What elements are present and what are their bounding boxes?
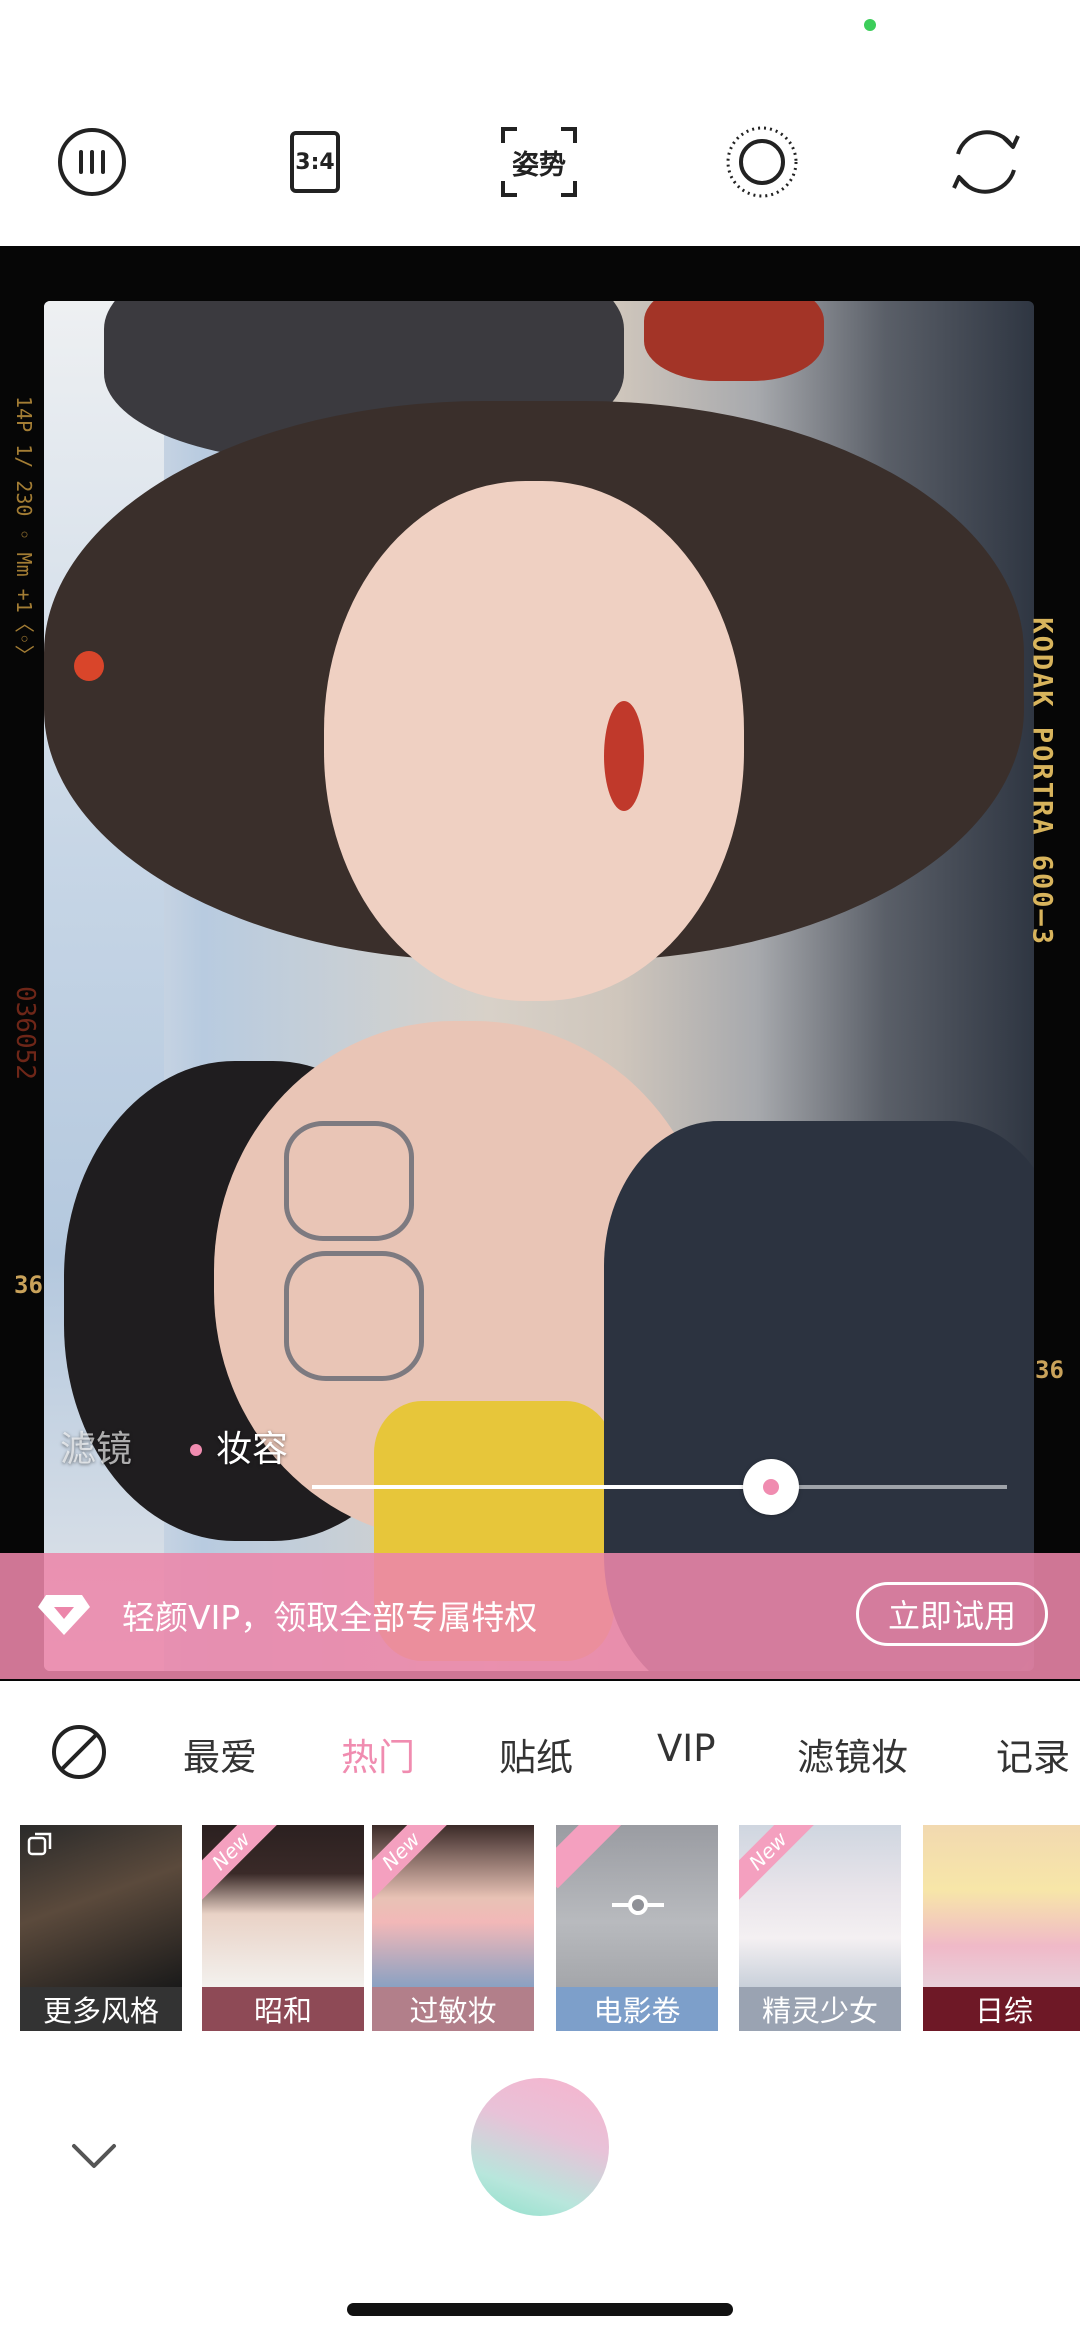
top-toolbar: 3:4 姿势 bbox=[0, 120, 1080, 204]
category-tabs: 最爱 热门 贴纸 VIP 滤镜妆 记录 bbox=[0, 1715, 1080, 1785]
tab-filter-makeup[interactable]: 滤镜妆 bbox=[797, 1727, 908, 1781]
style-item-showa[interactable]: New 昭和 bbox=[202, 1825, 364, 2031]
vip-banner[interactable]: 轻颜VIP，领取全部专属特权 立即试用 bbox=[0, 1553, 1080, 1679]
status-indicator-dot bbox=[864, 19, 876, 31]
photo-shape-face-girl bbox=[324, 481, 744, 1001]
intensity-slider-knob[interactable] bbox=[742, 1459, 799, 1515]
style-thumbnail-image bbox=[923, 1825, 1080, 1987]
adjust-slider-icon bbox=[612, 1895, 664, 1915]
intensity-slider-fill bbox=[312, 1485, 771, 1489]
filter-makeup-row: 滤镜 妆容 bbox=[60, 1420, 1020, 1480]
style-item-label: 昭和 bbox=[202, 1987, 364, 2031]
film-frame-number-right: 36 bbox=[1035, 1356, 1064, 1384]
tab-filter[interactable]: 滤镜 bbox=[60, 1420, 132, 1472]
style-thumbnails: 更多风格 New 昭和 New 过敏妆 电影卷 New 精灵少女 日综 bbox=[0, 1825, 1080, 2031]
photo-shape-lips-girl bbox=[604, 701, 644, 811]
pose-button[interactable]: 姿势 bbox=[497, 120, 581, 204]
style-item-label: 电影卷 bbox=[556, 1987, 718, 2031]
photo-shape-glasses-right bbox=[284, 1251, 424, 1381]
try-now-button[interactable]: 立即试用 bbox=[856, 1582, 1048, 1646]
photo-shape-glasses-left bbox=[284, 1121, 414, 1241]
photo-shape-hairclip bbox=[74, 651, 104, 681]
style-item-more[interactable]: 更多风格 bbox=[20, 1825, 182, 2031]
aspect-ratio-button[interactable]: 3:4 bbox=[273, 120, 357, 204]
copy-icon bbox=[27, 1832, 52, 1856]
beauty-button[interactable] bbox=[720, 120, 804, 204]
style-item-label: 过敏妆 bbox=[372, 1987, 534, 2031]
style-item-variety-show[interactable]: 日综 bbox=[923, 1825, 1080, 2031]
style-item-allergy-makeup[interactable]: New 过敏妆 bbox=[372, 1825, 534, 2031]
switch-camera-button[interactable] bbox=[944, 120, 1028, 204]
chevron-down-icon[interactable] bbox=[70, 2140, 118, 2170]
style-item-film-roll[interactable]: 电影卷 bbox=[556, 1825, 718, 2031]
photo-shape-scrunchie bbox=[644, 301, 824, 381]
aspect-ratio-label: 3:4 bbox=[290, 131, 340, 193]
vip-banner-text: 轻颜VIP，领取全部专属特权 bbox=[122, 1598, 538, 1637]
tab-records[interactable]: 记录 bbox=[996, 1727, 1070, 1781]
style-item-label: 日综 bbox=[923, 1987, 1080, 2031]
style-item-label: 精灵少女 bbox=[739, 1987, 901, 2031]
no-effect-icon[interactable] bbox=[50, 1723, 108, 1781]
beauty-ring-icon bbox=[726, 126, 798, 198]
style-item-elf-girl[interactable]: New 精灵少女 bbox=[739, 1825, 901, 2031]
film-edge-code: 036052 bbox=[10, 986, 40, 1080]
menu-button[interactable] bbox=[50, 120, 134, 204]
shutter-button[interactable] bbox=[471, 2078, 609, 2216]
home-indicator bbox=[347, 2303, 733, 2316]
active-tab-dot bbox=[190, 1444, 202, 1456]
tab-stickers[interactable]: 贴纸 bbox=[499, 1727, 573, 1781]
film-frame-number-left: 36 bbox=[14, 1271, 43, 1299]
tab-makeup[interactable]: 妆容 bbox=[216, 1420, 288, 1472]
diamond-icon bbox=[38, 1595, 90, 1635]
switch-camera-icon bbox=[952, 130, 1020, 194]
menu-icon bbox=[58, 128, 126, 196]
film-edge-text: 14P 1/ 230 ◦ Mm +1〈◦〉 bbox=[12, 396, 36, 665]
tab-hot[interactable]: 热门 bbox=[341, 1727, 415, 1781]
film-brand-text: KODAK PORTRA 600–3 bbox=[1027, 617, 1058, 946]
pose-label: 姿势 bbox=[512, 149, 566, 181]
tab-vip[interactable]: VIP bbox=[657, 1727, 716, 1770]
style-item-label: 更多风格 bbox=[20, 1987, 182, 2031]
tab-favorites[interactable]: 最爱 bbox=[183, 1727, 257, 1781]
intensity-slider[interactable] bbox=[312, 1459, 1007, 1515]
